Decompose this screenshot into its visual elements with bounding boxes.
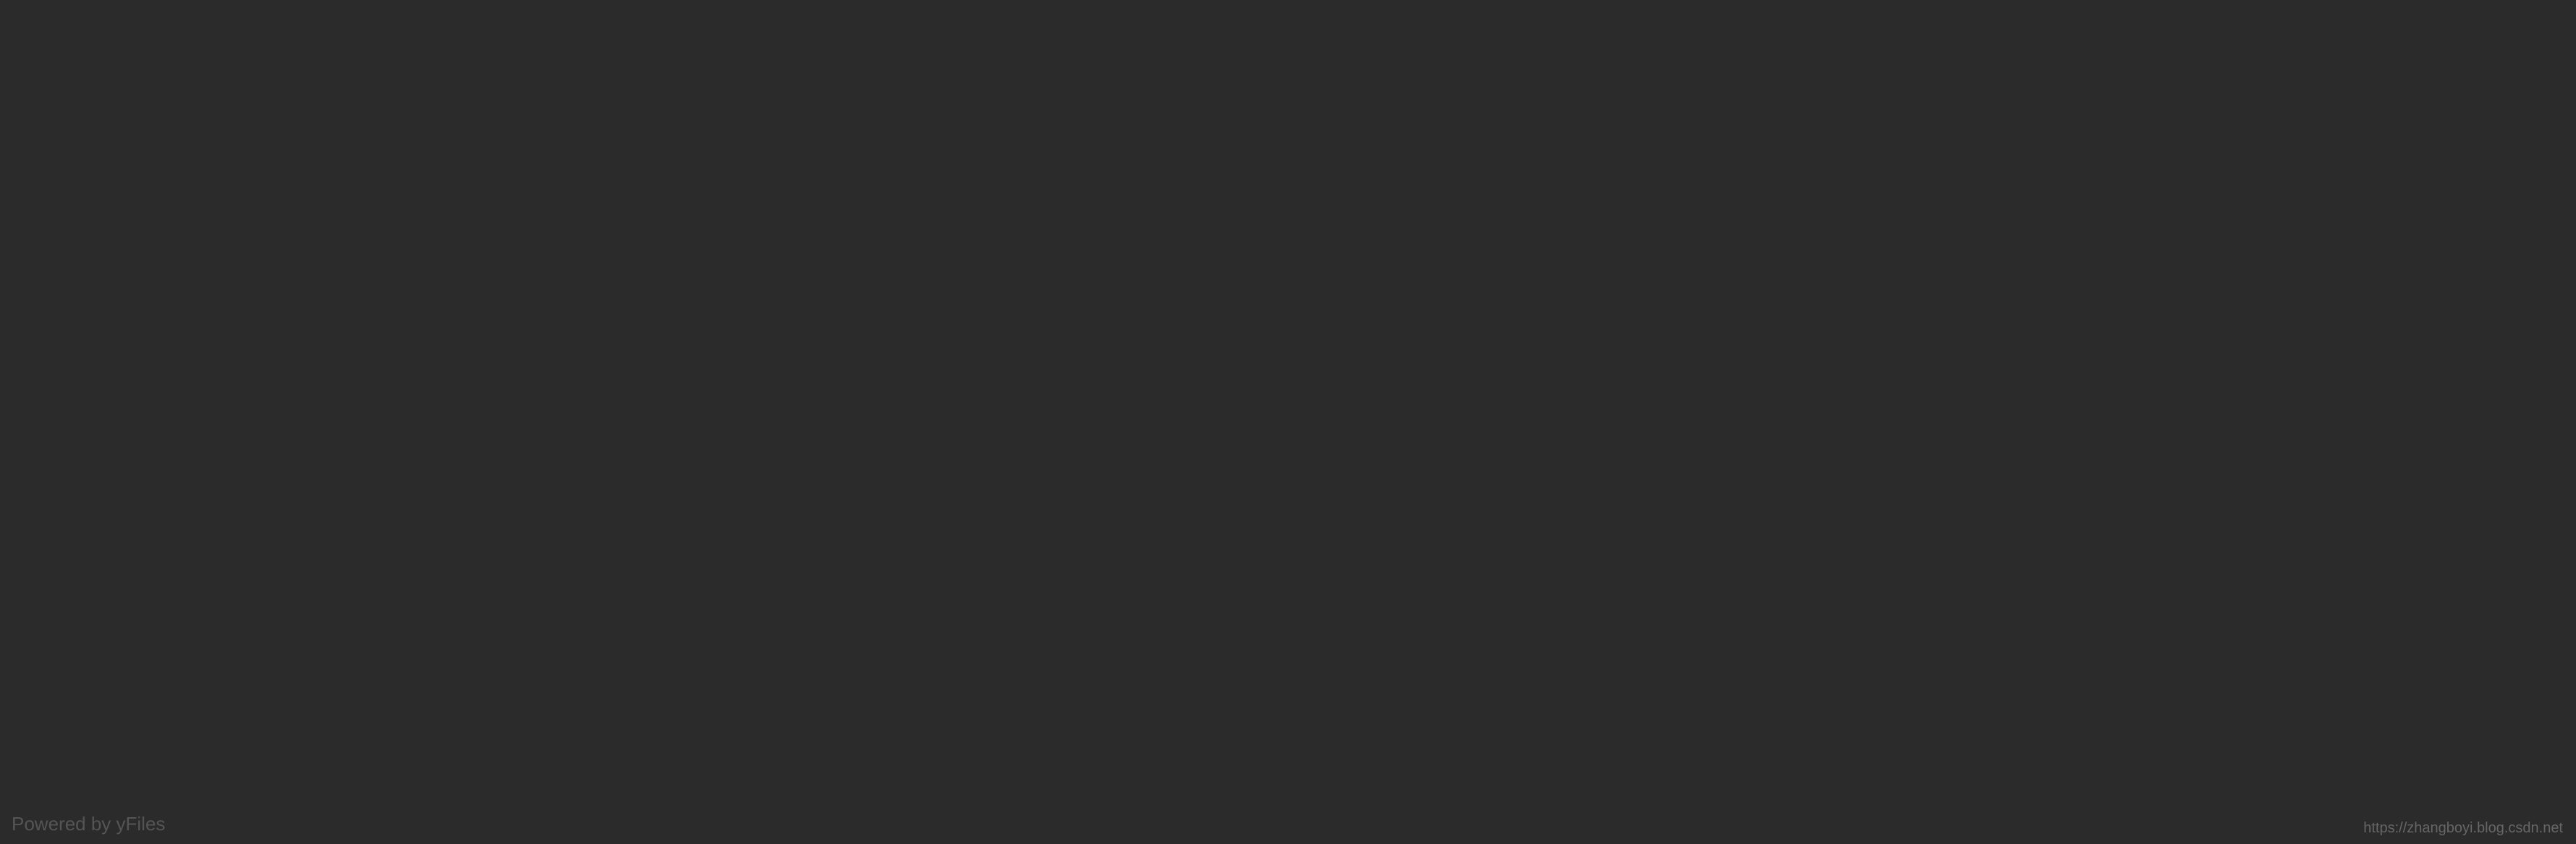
edge-layer: [0, 0, 2576, 844]
watermark-yfiles: Powered by yFiles: [12, 813, 165, 835]
edge-annotation: [2284, 357, 2576, 844]
watermark-url: https://zhangboyi.blog.csdn.net: [2363, 820, 2563, 837]
uml-diagram-canvas[interactable]: I AutoCloseable @ Evolving I Closeable @…: [0, 0, 2576, 844]
